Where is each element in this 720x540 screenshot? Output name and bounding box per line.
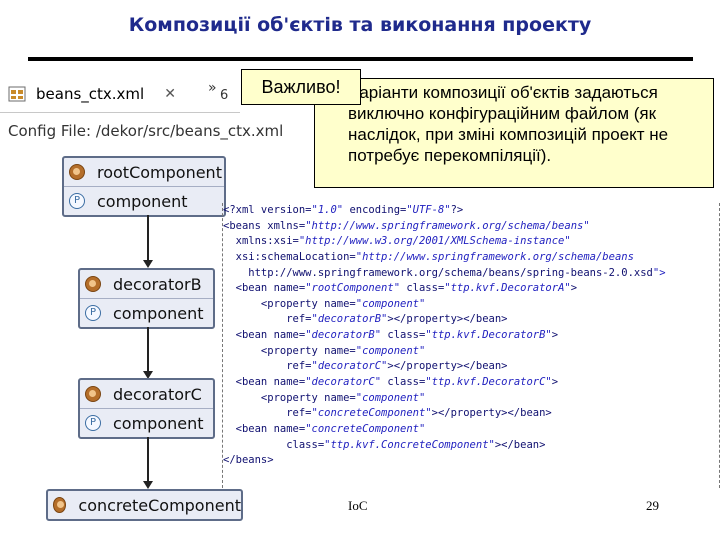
connector-line [147, 215, 149, 262]
important-badge: Важливо! [241, 69, 361, 105]
bean-node-decorator-c[interactable]: decoratorC Pcomponent [78, 378, 215, 439]
xml-code-line: xmlns:xsi="http://www.w3.org/2001/XMLSch… [223, 235, 571, 248]
slide-title: Композиції об'єктів та виконання проекту [128, 14, 592, 36]
title-divider [28, 57, 693, 61]
bean-icon [69, 164, 85, 180]
xml-code-line: <bean name="decoratorC" class="ttp.kvf.D… [223, 376, 559, 389]
bean-icon [53, 497, 67, 513]
xml-code-line: <bean name="decoratorB" class="ttp.kvf.D… [223, 329, 559, 342]
xml-code-line: <bean name="concreteComponent" [223, 422, 426, 435]
connector-arrowhead [143, 481, 153, 489]
xml-code-line: </beans> [223, 454, 274, 467]
bean-property: component [113, 303, 204, 323]
bean-name: rootComponent [97, 162, 222, 182]
bean-icon [85, 386, 101, 402]
editor-tab-bar: beans_ctx.xml ✕ » 6 [0, 72, 240, 113]
bean-property: component [97, 191, 188, 211]
xml-code-line: <?xml version="1.0" encoding="UTF-8"?> [223, 204, 464, 216]
xml-code-line: <beans xmlns="http://www.springframework… [223, 219, 590, 232]
hidden-tabs-count: 6 [220, 88, 229, 103]
xml-code-line: <property name="component" [223, 297, 426, 310]
bean-name: concreteComponent [78, 495, 241, 515]
xml-code-line: xsi:schemaLocation="http://www.springfra… [223, 250, 634, 263]
footer-topic: IoC [348, 498, 368, 513]
connector-line [147, 437, 149, 483]
xml-code-line: <bean name="rootComponent" class="ttp.kv… [223, 282, 578, 295]
property-icon: P [69, 193, 85, 209]
property-icon: P [85, 415, 101, 431]
editor-tab-label: beans_ctx.xml [36, 85, 145, 103]
important-callout: Варіанти композиції об'єктів задаються в… [314, 78, 714, 188]
bean-name: decoratorB [113, 274, 202, 294]
bean-icon [85, 276, 101, 292]
close-tab-icon[interactable]: ✕ [164, 86, 176, 102]
xml-file-icon [8, 86, 26, 102]
editor-tab-beans-ctx[interactable]: beans_ctx.xml ✕ [4, 78, 200, 110]
bean-property: component [113, 413, 204, 433]
xml-code-line: <property name="component" [223, 344, 426, 357]
xml-code-line: ref="decoratorC"></property></bean> [223, 360, 508, 373]
more-tabs-chevron-icon[interactable]: » [208, 80, 217, 96]
xml-code-line: ref="decoratorB"></property></bean> [223, 313, 508, 326]
slide-number: 29 [646, 498, 659, 513]
connector-line [147, 327, 149, 373]
bean-node-root[interactable]: rootComponent Pcomponent [62, 156, 226, 217]
property-icon: P [85, 305, 101, 321]
connector-arrowhead [143, 260, 153, 268]
bean-node-concrete[interactable]: concreteComponent [46, 489, 243, 521]
xml-code-line: ref="concreteComponent"></property></bea… [223, 407, 552, 420]
xml-code-line: class="ttp.kvf.ConcreteComponent"></bean… [223, 438, 546, 451]
xml-config-code: <?xml version="1.0" encoding="UTF-8"?> <b… [222, 203, 720, 488]
config-file-path: Config File: /dekor/src/beans_ctx.xml [8, 122, 284, 140]
xml-code-line: http://www.springframework.org/schema/be… [223, 266, 666, 279]
bean-name: decoratorC [113, 384, 202, 404]
xml-code-line: <property name="component" [223, 391, 426, 404]
bean-node-decorator-b[interactable]: decoratorB Pcomponent [78, 268, 215, 329]
